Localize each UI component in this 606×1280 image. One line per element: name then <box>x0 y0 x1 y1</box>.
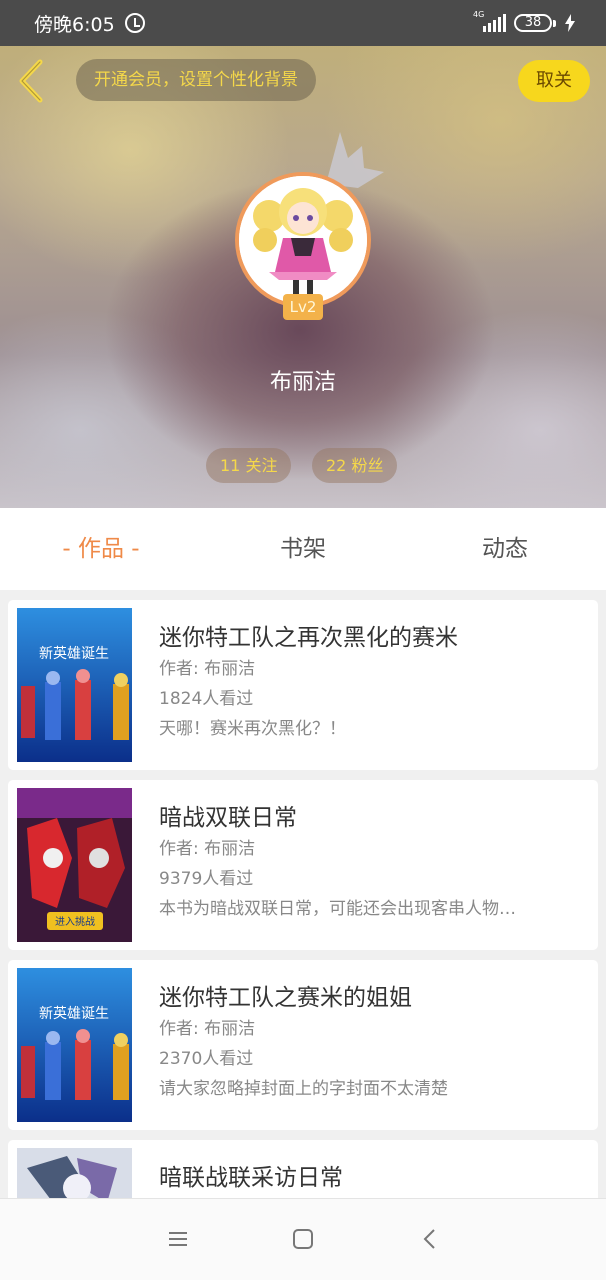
work-title: 迷你特工队之再次黑化的赛米 <box>159 625 458 651</box>
work-cover: 新英雄诞生 <box>17 608 132 762</box>
work-description: 天哪！赛米再次黑化？！ <box>159 719 346 739</box>
work-views: 2370人看过 <box>159 1049 254 1069</box>
system-nav-bar <box>0 1198 606 1280</box>
battery-level: 38 <box>514 14 552 32</box>
work-title: 暗战双联日常 <box>159 805 297 831</box>
work-title: 暗联战联采访日常 <box>159 1165 343 1191</box>
battery-icon: 38 <box>514 14 556 32</box>
menu-icon[interactable] <box>166 1227 190 1251</box>
chevron-left-icon[interactable] <box>14 58 50 104</box>
work-title: 迷你特工队之赛米的姐姐 <box>159 985 412 1011</box>
works-list: 新英雄诞生 迷你特工队之再次黑化的赛米 作者: 布丽洁 1824人看过 天哪！赛… <box>8 600 598 1280</box>
work-description: 本书为暗战双联日常，可能还会出现客串人物… <box>159 899 516 919</box>
tab-bookshelf[interactable]: 书架 <box>202 508 404 590</box>
cover-button-text: 进入挑战 <box>55 915 95 928</box>
alarm-icon <box>124 13 145 33</box>
cover-title-text: 新英雄诞生 <box>39 1005 109 1022</box>
work-views: 9379人看过 <box>159 869 254 889</box>
work-author: 作者: 布丽洁 <box>159 1019 256 1039</box>
work-author: 作者: 布丽洁 <box>159 839 256 859</box>
unfollow-button[interactable]: 取关 <box>518 60 590 102</box>
status-bar: 傍晚6:05 4G 38 <box>0 0 606 46</box>
work-cover: 进入挑战 <box>17 788 132 942</box>
work-views: 1824人看过 <box>159 689 254 709</box>
work-cover: 新英雄诞生 <box>17 968 132 1122</box>
vip-background-prompt[interactable]: 开通会员，设置个性化背景 <box>76 59 316 101</box>
signal-icon: 4G <box>473 10 506 32</box>
avatar[interactable] <box>235 172 371 308</box>
following-count[interactable]: 11 关注 <box>206 448 292 483</box>
profile-tabs: - 作品 - 书架 动态 <box>0 508 606 590</box>
work-card[interactable]: 进入挑战 暗战双联日常 作者: 布丽洁 9379人看过 本书为暗战双联日常，可能… <box>8 780 598 950</box>
home-icon[interactable] <box>291 1227 315 1251</box>
work-description: 请大家忽略掉封面上的字封面不太清楚 <box>159 1079 448 1099</box>
tab-works[interactable]: - 作品 - <box>0 508 202 590</box>
nav-back-icon[interactable] <box>418 1227 442 1251</box>
charging-icon <box>564 14 576 32</box>
work-card[interactable]: 新英雄诞生 迷你特工队之赛米的姐姐 作者: 布丽洁 2370人看过 请大家忽略掉… <box>8 960 598 1130</box>
username: 布丽洁 <box>269 370 336 395</box>
network-type: 4G <box>473 10 485 19</box>
cover-title-text: 新英雄诞生 <box>39 645 109 662</box>
tab-activity[interactable]: 动态 <box>404 508 606 590</box>
level-badge: Lv2 <box>283 294 323 320</box>
work-author: 作者: 布丽洁 <box>159 659 256 679</box>
status-time: 傍晚6:05 <box>34 13 115 36</box>
followers-count[interactable]: 22 粉丝 <box>312 448 398 483</box>
work-card[interactable]: 新英雄诞生 迷你特工队之再次黑化的赛米 作者: 布丽洁 1824人看过 天哪！赛… <box>8 600 598 770</box>
